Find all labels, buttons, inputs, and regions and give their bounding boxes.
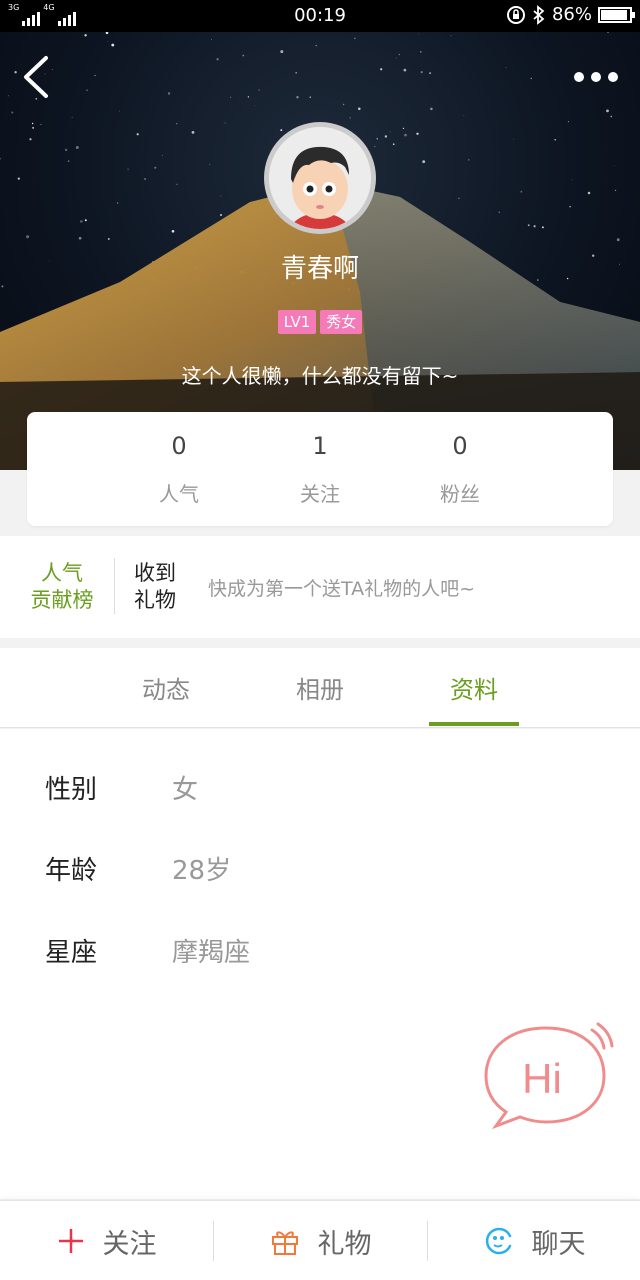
rank-title-line2: 贡献榜 [30,588,94,612]
tab-album[interactable]: 相册 [275,670,365,705]
battery-icon [598,6,635,23]
status-right: 86% [506,4,635,25]
bio-text: 这个人很懒，什么都没有留下~ [181,364,459,388]
stat-popularity[interactable]: 0 人气 [129,432,229,507]
rotation-lock-icon [506,5,525,24]
stat-value: 1 [312,432,328,460]
bluetooth-icon [533,4,545,25]
stat-fans[interactable]: 0 粉丝 [410,432,510,507]
bottom-action-bar: 关注 礼物 聊天 [0,1200,640,1280]
badge-row: LV1 秀女 [0,310,640,334]
stat-label: 粉丝 [440,482,480,506]
info-value: 28岁 [172,856,232,886]
gift-label: 礼物 [317,1228,372,1260]
stat-label: 关注 [300,482,340,506]
info-row-age: 年龄 28岁 [0,842,640,892]
info-key: 星座 [45,938,98,968]
username: 青春啊 [280,254,359,284]
profile-tabs: 动态 相册 资料 [0,648,640,728]
info-key: 性别 [45,775,98,805]
plus-icon [58,1229,83,1253]
battery-fill [601,9,627,20]
back-chevron-icon[interactable] [18,54,54,100]
tab-moments[interactable]: 动态 [121,670,211,705]
stat-value: 0 [452,432,468,460]
gift-button[interactable]: 礼物 [214,1201,427,1280]
info-row-gender: 性别 女 [0,761,640,811]
more-dots-icon[interactable] [574,70,618,84]
battery-percent: 86% [551,4,592,25]
stat-value: 0 [171,432,187,460]
avatar-cartoon-icon [269,127,371,229]
gift-rank-row[interactable]: 人气 贡献榜 收到 礼物 快成为第一个送TA礼物的人吧~ [0,536,640,638]
stat-following[interactable]: 1 关注 [270,432,370,507]
received-line1: 收到 [134,561,176,585]
info-value: 女 [172,775,199,805]
stat-label: 人气 [159,482,199,506]
received-line2: 礼物 [134,588,176,612]
follow-label: 关注 [102,1228,157,1260]
gift-hint-text: 快成为第一个送TA礼物的人吧~ [208,578,476,600]
stats-card: 0 人气 1 关注 0 粉丝 [27,412,613,526]
info-row-zodiac: 星座 摩羯座 [0,924,640,974]
hi-speech-bubble-icon[interactable]: Hi [480,1020,616,1130]
chat-face-icon [485,1227,511,1255]
title-badge: 秀女 [320,310,363,334]
follow-button[interactable]: 关注 [0,1201,213,1280]
hi-label: Hi [522,1055,562,1102]
active-tab-indicator [429,722,519,726]
chat-label: 聊天 [531,1228,586,1260]
tab-profile-info[interactable]: 资料 [429,670,519,705]
level-badge: LV1 [277,310,317,334]
received-gifts-label: 收到 礼物 [134,560,184,614]
popularity-rank-title: 人气 贡献榜 [26,560,98,614]
divider [114,558,115,614]
rank-title-line1: 人气 [41,561,83,585]
profile-header: 青春啊 LV1 秀女 这个人很懒，什么都没有留下~ [0,32,640,470]
info-key: 年龄 [45,856,98,886]
chat-button[interactable]: 聊天 [428,1201,640,1280]
avatar[interactable] [264,122,376,234]
gift-icon [271,1231,298,1255]
status-bar: 3G 4G 00:19 86% [0,0,640,32]
info-value: 摩羯座 [172,938,251,968]
